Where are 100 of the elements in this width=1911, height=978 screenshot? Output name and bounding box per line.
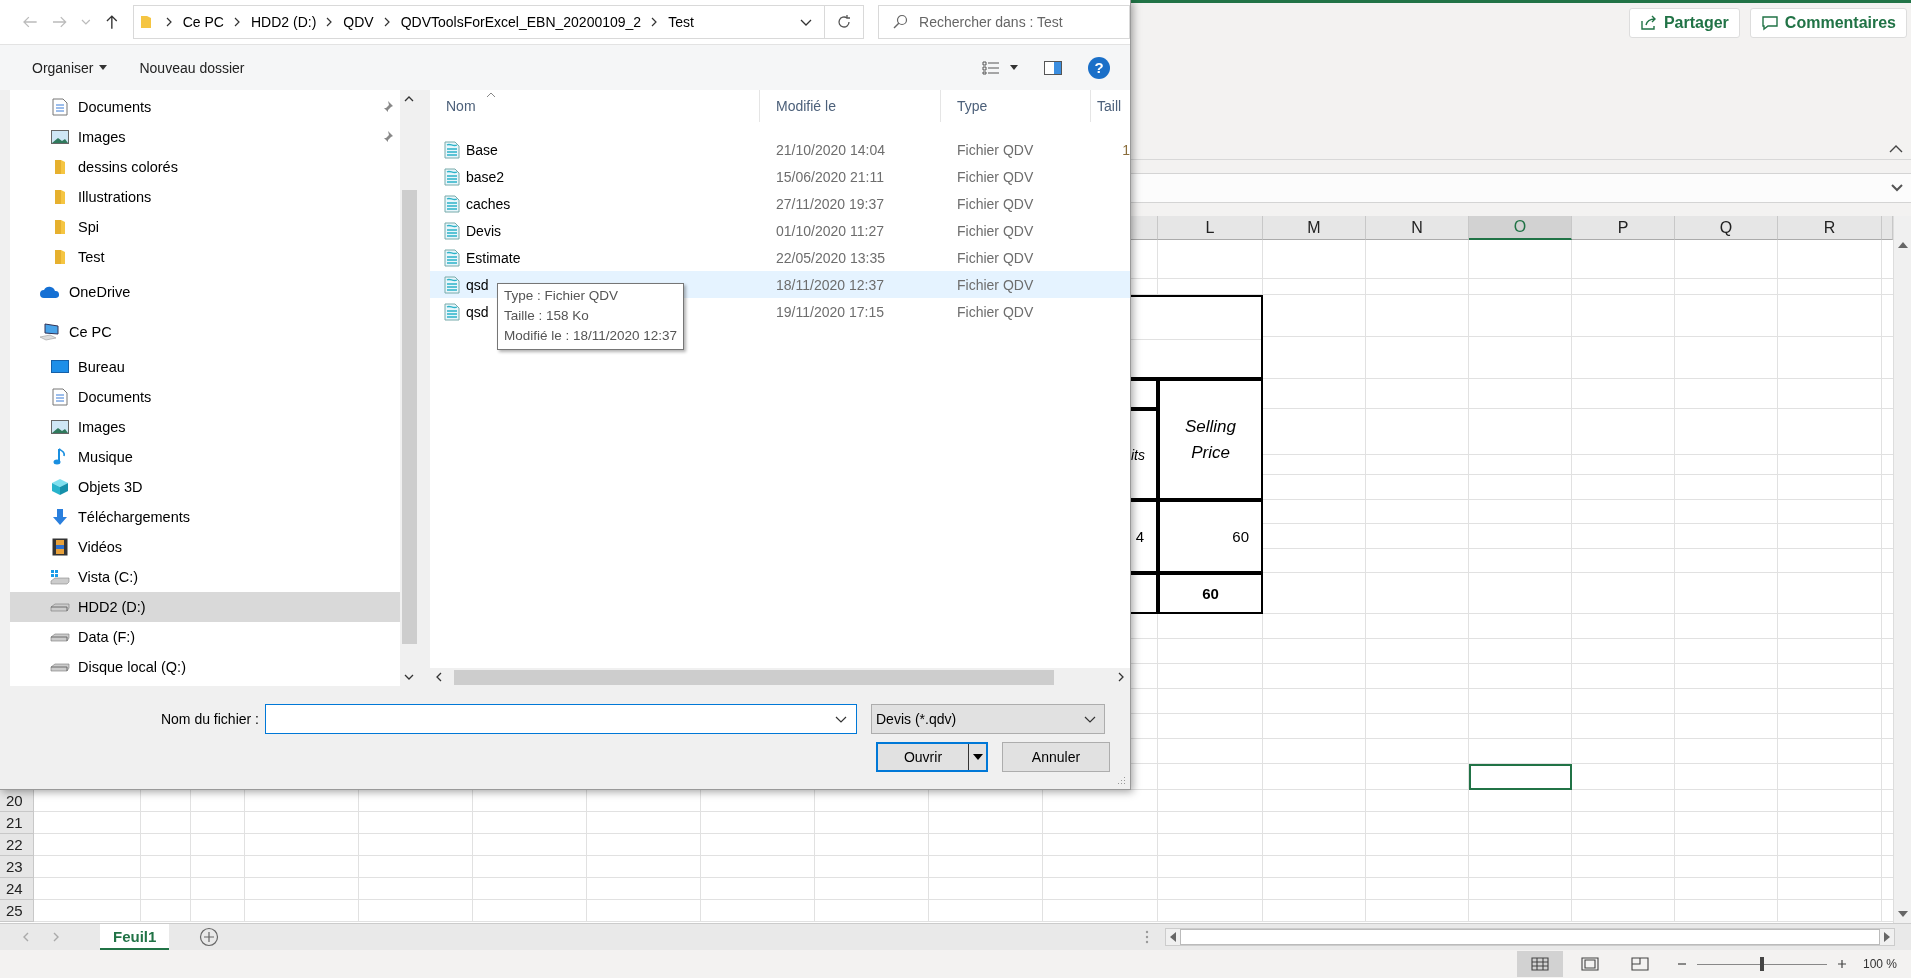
nav-item[interactable]: Ce PC <box>10 312 400 352</box>
sheet-cell[interactable] <box>1778 834 1882 856</box>
sheet-cell[interactable] <box>1675 664 1778 689</box>
sheet-cell[interactable] <box>1572 549 1675 573</box>
nav-item[interactable]: Spi <box>10 212 400 242</box>
sheet-cell[interactable] <box>1158 878 1263 900</box>
file-name[interactable]: Estimate <box>466 249 521 266</box>
add-sheet-icon[interactable] <box>199 927 220 947</box>
sheet-cell[interactable] <box>1675 379 1778 409</box>
sheet-cell[interactable] <box>1469 573 1572 614</box>
sheet-cell[interactable] <box>1572 614 1675 639</box>
sheet-cell[interactable] <box>359 834 473 856</box>
sheet-cell[interactable] <box>34 834 141 856</box>
sheet-cell[interactable] <box>1778 279 1882 295</box>
sheet-cell[interactable] <box>1263 900 1366 922</box>
sheet-cell[interactable] <box>701 834 815 856</box>
sheet-cell[interactable] <box>1366 500 1469 524</box>
forward-arrow-icon[interactable] <box>51 15 68 29</box>
vertical-scrollbar[interactable] <box>400 90 418 686</box>
breadcrumb-item[interactable]: Ce PC <box>182 14 224 30</box>
sheet-cell[interactable] <box>473 900 587 922</box>
sheet-cell[interactable] <box>1469 295 1572 337</box>
sheet-cell[interactable] <box>1778 689 1882 714</box>
sheet-cell[interactable] <box>1366 639 1469 664</box>
caret-icon[interactable] <box>99 65 108 70</box>
sheet-cell[interactable] <box>1263 379 1366 409</box>
sheet-cell[interactable] <box>1572 834 1675 856</box>
row-header[interactable]: 24 <box>0 878 34 900</box>
nav-item[interactable]: Objets 3D <box>10 472 400 502</box>
sheet-tab[interactable]: Feuil1 <box>100 924 170 950</box>
scroll-up-icon[interactable] <box>1897 242 1908 248</box>
sheet-cell[interactable] <box>1572 337 1675 379</box>
sheet-cell[interactable] <box>1366 295 1469 337</box>
sheet-cell[interactable] <box>1675 524 1778 549</box>
sheet-cell[interactable] <box>1778 764 1882 790</box>
sheet-cell[interactable] <box>1778 614 1882 639</box>
nav-item[interactable]: Images <box>10 122 400 152</box>
sheet-cell[interactable] <box>701 878 815 900</box>
column-header[interactable]: Type <box>941 90 1091 122</box>
sheet-cell[interactable] <box>245 812 359 834</box>
sheet-cell[interactable] <box>929 834 1043 856</box>
sheet-cell[interactable] <box>1366 524 1469 549</box>
sheet-cell[interactable] <box>1572 900 1675 922</box>
sheet-cell[interactable] <box>1158 900 1263 922</box>
sheet-cell[interactable] <box>1469 500 1572 524</box>
sheet-cell[interactable] <box>1469 834 1572 856</box>
sheet-cell[interactable] <box>1675 475 1778 500</box>
nav-item[interactable]: Disque local (Q:) <box>10 652 400 682</box>
list-view-icon[interactable] <box>982 60 1000 75</box>
column-header[interactable]: Modifié le <box>760 90 941 122</box>
sheet-cell[interactable] <box>191 812 245 834</box>
sheet-cell[interactable] <box>141 878 191 900</box>
sheet-cell[interactable] <box>1263 664 1366 689</box>
sheet-cell[interactable] <box>815 812 929 834</box>
sheet-cell[interactable] <box>191 856 245 878</box>
sheet-cell[interactable] <box>1366 379 1469 409</box>
sheet-cell[interactable] <box>1778 455 1882 475</box>
sheet-cell[interactable] <box>1263 812 1366 834</box>
sheet-cell[interactable] <box>1263 639 1366 664</box>
nav-item[interactable]: Test <box>10 242 400 272</box>
sheet-cell[interactable] <box>1778 379 1882 409</box>
sheet-cell[interactable] <box>473 878 587 900</box>
sheet-cell[interactable] <box>1778 664 1882 689</box>
sheet-cell[interactable] <box>1675 689 1778 714</box>
sheet-cell[interactable] <box>1158 639 1263 664</box>
sheet-cell[interactable] <box>1572 664 1675 689</box>
comments-button[interactable]: Commentaires <box>1749 8 1907 38</box>
column-header[interactable]: L <box>1158 216 1263 240</box>
sheet-cell[interactable] <box>701 856 815 878</box>
sheet-cell[interactable] <box>1469 455 1572 475</box>
sheet-cell[interactable] <box>1675 790 1778 812</box>
sheet-cell[interactable] <box>1158 614 1263 639</box>
sheet-cell[interactable] <box>34 878 141 900</box>
sheet-cell[interactable] <box>1263 764 1366 790</box>
sheet-cell[interactable] <box>1263 739 1366 764</box>
sheet-cell[interactable] <box>1469 878 1572 900</box>
sheet-cell[interactable] <box>1572 812 1675 834</box>
sheet-cell[interactable] <box>1675 337 1778 379</box>
sheet-cell[interactable] <box>815 878 929 900</box>
sheet-cell[interactable] <box>929 900 1043 922</box>
chevron-right-icon[interactable] <box>326 17 334 27</box>
sheet-cell[interactable] <box>1366 689 1469 714</box>
sheet-cell[interactable] <box>359 878 473 900</box>
sheet-cell[interactable] <box>1263 573 1366 614</box>
sheet-cell[interactable] <box>245 878 359 900</box>
sheet-cell[interactable] <box>1572 714 1675 739</box>
sheet-cell[interactable] <box>1158 664 1263 689</box>
sheet-cell[interactable] <box>1366 856 1469 878</box>
sheet-cell[interactable] <box>1675 614 1778 639</box>
nav-item[interactable]: Documents <box>10 92 400 122</box>
sheet-cell[interactable] <box>1778 549 1882 573</box>
column-header[interactable]: Q <box>1675 216 1778 240</box>
sheet-cell[interactable] <box>1366 279 1469 295</box>
sheet-cell[interactable] <box>1158 812 1263 834</box>
sheet-cell[interactable] <box>1778 812 1882 834</box>
sheet-cell[interactable] <box>1158 856 1263 878</box>
sheet-cell[interactable] <box>1572 409 1675 455</box>
sheet-cell[interactable] <box>929 812 1043 834</box>
sheet-cell[interactable] <box>1366 834 1469 856</box>
sheet-cell[interactable] <box>1469 639 1572 664</box>
